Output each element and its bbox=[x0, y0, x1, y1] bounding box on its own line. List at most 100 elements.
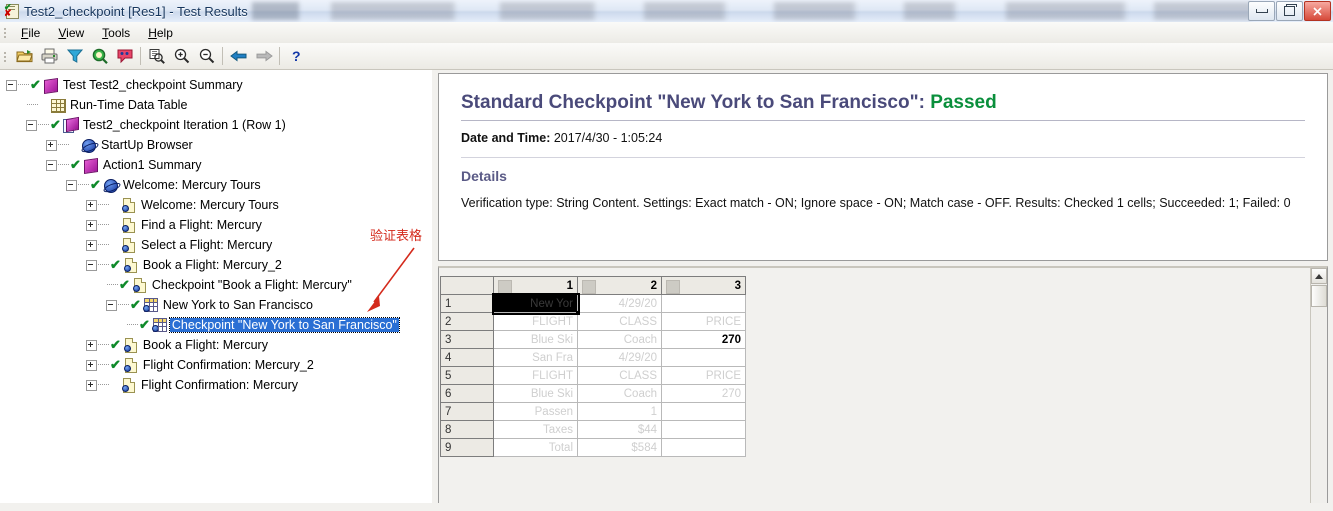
open-icon[interactable] bbox=[12, 44, 37, 68]
tree-node-test-summary[interactable]: ✔ Test Test2_checkpoint Summary bbox=[0, 75, 432, 95]
print-icon[interactable] bbox=[37, 44, 62, 68]
table-row[interactable]: 2 FLIGHT CLASS PRICE bbox=[440, 312, 746, 331]
menu-tools[interactable]: Tools bbox=[93, 24, 139, 42]
table-cell[interactable]: 270 bbox=[661, 384, 746, 403]
tree-collapse-icon[interactable] bbox=[86, 259, 97, 271]
tree-node-select-a-flight[interactable]: Select a Flight: Mercury bbox=[0, 235, 432, 255]
menu-file[interactable]: File bbox=[12, 24, 49, 42]
column-header-3[interactable]: 3 bbox=[661, 276, 746, 295]
defect-icon[interactable] bbox=[112, 44, 137, 68]
checkpoint-data-table[interactable]: 1 2 3 1 New Yor 4/29/20 2 FLIGHT CLASS PRICE 3 Blue… bbox=[440, 276, 746, 457]
help-icon[interactable]: ? bbox=[283, 44, 308, 68]
row-header-9[interactable]: 9 bbox=[440, 438, 494, 457]
tree-collapse-icon[interactable] bbox=[6, 79, 17, 91]
table-cell[interactable] bbox=[661, 348, 746, 367]
row-header-3[interactable]: 3 bbox=[440, 330, 494, 349]
tree-node-startup-browser[interactable]: StartUp Browser bbox=[0, 135, 432, 155]
tree-expand-icon[interactable] bbox=[46, 139, 57, 151]
table-cell[interactable]: 270 bbox=[661, 330, 746, 349]
scroll-up-arrow-icon[interactable] bbox=[1311, 268, 1327, 284]
row-header-2[interactable]: 2 bbox=[440, 312, 494, 331]
table-cell[interactable]: Taxes bbox=[493, 420, 578, 439]
table-cell[interactable]: CLASS bbox=[577, 312, 662, 331]
table-row[interactable]: 3 Blue Ski Coach 270 bbox=[440, 330, 746, 349]
table-cell[interactable]: Total bbox=[493, 438, 578, 457]
tree-node-find-a-flight[interactable]: Find a Flight: Mercury bbox=[0, 215, 432, 235]
restore-button[interactable] bbox=[1276, 1, 1303, 21]
tree-node-iteration-1[interactable]: ✔ Test2_checkpoint Iteration 1 (Row 1) bbox=[0, 115, 432, 135]
tree-node-book-a-flight[interactable]: ✔ Book a Flight: Mercury bbox=[0, 335, 432, 355]
table-cell[interactable]: Blue Ski bbox=[493, 384, 578, 403]
find-icon[interactable] bbox=[87, 44, 112, 68]
table-cell[interactable]: San Fra bbox=[493, 348, 578, 367]
table-cell[interactable] bbox=[661, 294, 746, 313]
table-cell[interactable] bbox=[661, 438, 746, 457]
tree-expand-icon[interactable] bbox=[86, 239, 97, 251]
tree-expand-icon[interactable] bbox=[86, 339, 97, 351]
tree-node-checkpoint-ny-sf[interactable]: ✔ Checkpoint "New York to San Francisco" bbox=[0, 315, 432, 335]
tree-collapse-icon[interactable] bbox=[46, 159, 57, 171]
table-cell[interactable] bbox=[661, 420, 746, 439]
column-header-2[interactable]: 2 bbox=[577, 276, 662, 295]
table-cell[interactable]: New Yor bbox=[491, 292, 581, 316]
table-cell[interactable]: Passen bbox=[493, 402, 578, 421]
table-cell[interactable]: $584 bbox=[577, 438, 662, 457]
table-cell[interactable]: FLIGHT bbox=[493, 312, 578, 331]
table-row[interactable]: 9 Total $584 bbox=[440, 438, 746, 457]
tree-expand-icon[interactable] bbox=[86, 359, 97, 371]
scroll-thumb[interactable] bbox=[1311, 285, 1327, 307]
table-row[interactable]: 1 New Yor 4/29/20 bbox=[440, 292, 746, 316]
table-cell[interactable]: 1 bbox=[577, 402, 662, 421]
forward-arrow-icon[interactable] bbox=[251, 44, 276, 68]
tree-node-welcome-mercury-tours[interactable]: ✔ Welcome: Mercury Tours bbox=[0, 175, 432, 195]
column-header-1[interactable]: 1 bbox=[493, 276, 578, 295]
tree-collapse-icon[interactable] bbox=[106, 299, 117, 311]
menu-grip-icon[interactable] bbox=[2, 26, 10, 39]
table-cell[interactable]: Coach bbox=[577, 330, 662, 349]
tree-node-action1-summary[interactable]: ✔ Action1 Summary bbox=[0, 155, 432, 175]
table-cell[interactable]: 4/29/20 bbox=[577, 348, 662, 367]
table-vertical-scrollbar[interactable] bbox=[1310, 268, 1327, 508]
tree-node-checkpoint-book[interactable]: ✔ Checkpoint "Book a Flight: Mercury" bbox=[0, 275, 432, 295]
table-cell[interactable]: Coach bbox=[577, 384, 662, 403]
toolbar-grip-icon[interactable] bbox=[2, 49, 10, 63]
back-arrow-icon[interactable] bbox=[226, 44, 251, 68]
table-row[interactable]: 5 FLIGHT CLASS PRICE bbox=[440, 366, 746, 385]
table-cell[interactable]: CLASS bbox=[577, 366, 662, 385]
table-cell[interactable]: PRICE bbox=[661, 312, 746, 331]
tree-node-runtime-data-table[interactable]: Run-Time Data Table bbox=[0, 95, 432, 115]
menu-view[interactable]: View bbox=[49, 24, 93, 42]
tree-collapse-icon[interactable] bbox=[26, 119, 37, 131]
tree-expand-icon[interactable] bbox=[86, 199, 97, 211]
table-cell[interactable]: FLIGHT bbox=[493, 366, 578, 385]
tree-node-book-a-flight-2[interactable]: ✔ Book a Flight: Mercury_2 bbox=[0, 255, 432, 275]
table-row[interactable]: 4 San Fra 4/29/20 bbox=[440, 348, 746, 367]
close-button[interactable] bbox=[1304, 1, 1331, 21]
tree-expand-icon[interactable] bbox=[86, 379, 97, 391]
table-cell[interactable]: PRICE bbox=[661, 366, 746, 385]
table-row[interactable]: 6 Blue Ski Coach 270 bbox=[440, 384, 746, 403]
zoom-out-icon[interactable] bbox=[194, 44, 219, 68]
table-cell[interactable]: 4/29/20 bbox=[577, 294, 662, 313]
row-header-5[interactable]: 5 bbox=[440, 366, 494, 385]
tree-node-flight-confirm[interactable]: Flight Confirmation: Mercury bbox=[0, 375, 432, 395]
table-cell[interactable]: $44 bbox=[577, 420, 662, 439]
minimize-button[interactable] bbox=[1248, 1, 1275, 21]
row-header-4[interactable]: 4 bbox=[440, 348, 494, 367]
table-row[interactable]: 7 Passen 1 bbox=[440, 402, 746, 421]
tree-node-welcome-page[interactable]: Welcome: Mercury Tours bbox=[0, 195, 432, 215]
tree-collapse-icon[interactable] bbox=[66, 179, 77, 191]
table-cell[interactable]: Blue Ski bbox=[493, 330, 578, 349]
table-row[interactable]: 8 Taxes $44 bbox=[440, 420, 746, 439]
table-cell[interactable] bbox=[661, 402, 746, 421]
row-header-8[interactable]: 8 bbox=[440, 420, 494, 439]
menu-help[interactable]: Help bbox=[139, 24, 182, 42]
filter-icon[interactable] bbox=[62, 44, 87, 68]
row-header-1[interactable]: 1 bbox=[440, 294, 494, 313]
row-header-6[interactable]: 6 bbox=[440, 384, 494, 403]
row-header-7[interactable]: 7 bbox=[440, 402, 494, 421]
zoom-in-icon[interactable] bbox=[169, 44, 194, 68]
tree-expand-icon[interactable] bbox=[86, 219, 97, 231]
table-corner-cell[interactable] bbox=[440, 276, 494, 295]
tree-node-flight-confirm-2[interactable]: ✔ Flight Confirmation: Mercury_2 bbox=[0, 355, 432, 375]
